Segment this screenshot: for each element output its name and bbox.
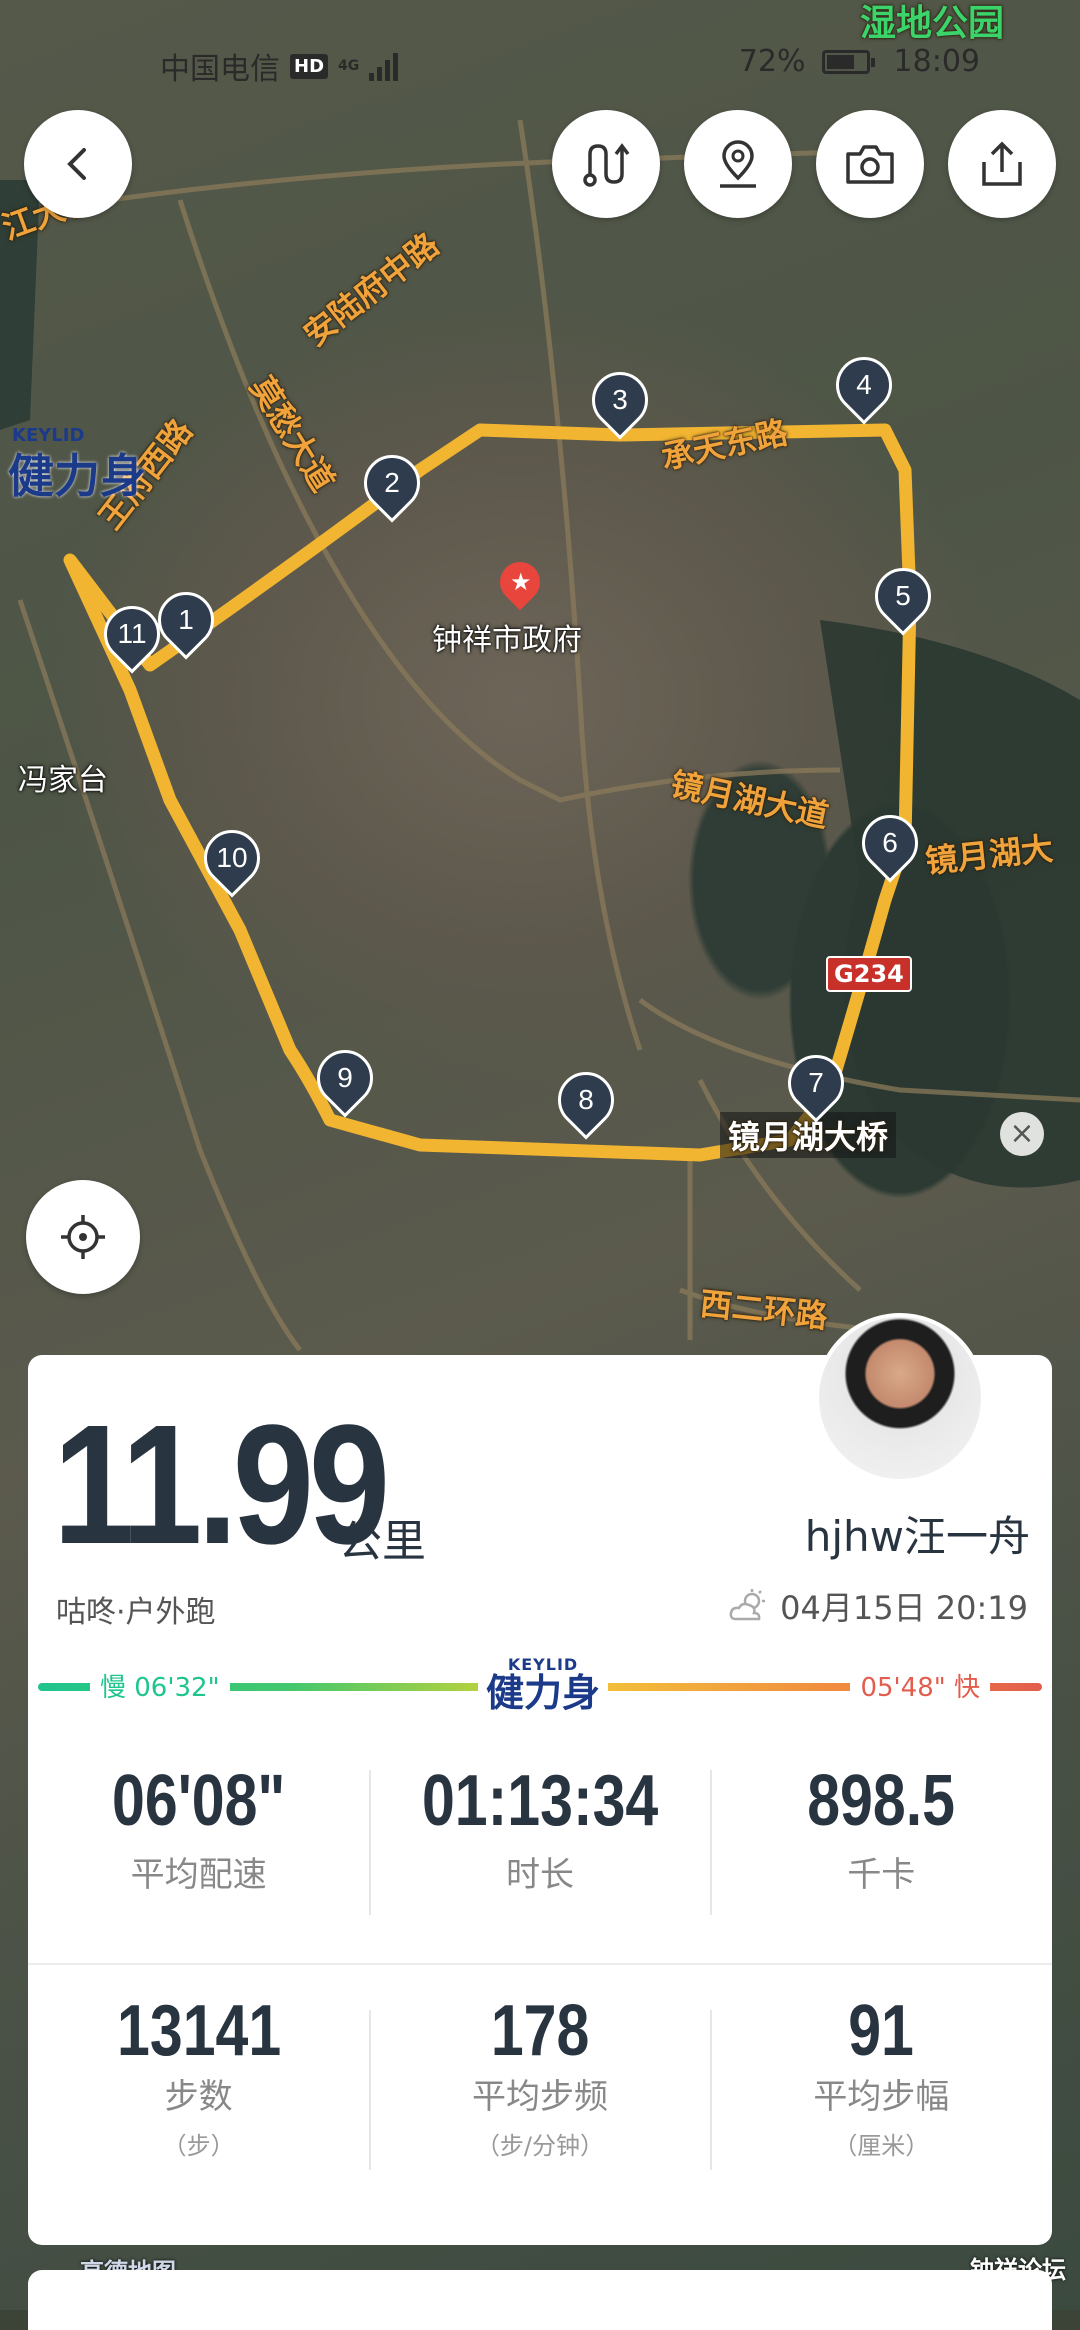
route-marker-label: 9 — [337, 1062, 353, 1093]
route-marker-label: 6 — [882, 827, 898, 858]
datetime: 04月15日 20:19 — [780, 1589, 1028, 1627]
stat-value: 06'08" — [111, 1761, 286, 1841]
road-label: 镜月湖大桥 — [720, 1112, 897, 1158]
back-button[interactable] — [24, 110, 132, 218]
activity-type: 咕咚·户外跑 — [56, 1595, 216, 1630]
stat-label: 千卡 — [847, 1855, 916, 1895]
stat-unit: （厘米） — [833, 2132, 930, 2160]
route-marker-label: 2 — [384, 467, 400, 498]
share-button[interactable] — [948, 110, 1056, 218]
camera-button[interactable] — [816, 110, 924, 218]
highway-shield: G234 — [826, 956, 912, 992]
share-icon — [982, 141, 1022, 186]
steps-stat: 13141 步数 （步） — [28, 1995, 369, 2161]
stats-row-secondary: 13141 步数 （步） 178 平均步频 （步/分钟） 91 平均步幅 （厘米… — [28, 1995, 1052, 2161]
route-button[interactable] — [552, 110, 660, 218]
partly-cloudy-icon — [729, 1589, 766, 1621]
divider — [710, 1770, 712, 1915]
route-marker-label: 8 — [578, 1084, 594, 1115]
poi-label: 钟祥市政府 — [432, 623, 582, 658]
locate-button[interactable] — [26, 1180, 140, 1294]
fast-pace-label: 05'48" 快 — [850, 1667, 990, 1704]
user-name[interactable]: hjhw汪一舟 — [805, 1503, 1030, 1564]
route-marker-label: 4 — [856, 369, 872, 400]
run-summary-card: 11.99 公里 hjhw汪一舟 咕咚·户外跑 04月15日 20:19 慢 0… — [28, 1355, 1052, 2245]
stat-label: 平均步幅 — [813, 2077, 950, 2117]
location-pin-icon — [720, 140, 756, 188]
location-pin-button[interactable] — [684, 110, 792, 218]
brand-watermark-en: KEYLID — [12, 425, 85, 446]
stat-value: 91 — [848, 1991, 915, 2071]
duration-stat: 01:13:34 时长 — [369, 1765, 710, 1896]
battery-percent: 72% — [738, 44, 806, 79]
route-marker-label: 7 — [808, 1067, 824, 1098]
stride-stat: 91 平均步幅 （厘米） — [711, 1995, 1052, 2161]
next-card — [28, 2270, 1052, 2330]
stats-row-primary: 06'08" 平均配速 01:13:34 时长 898.5 千卡 — [28, 1765, 1052, 1896]
stat-value: 13141 — [116, 1991, 281, 2071]
route-icon — [583, 143, 630, 187]
clock: 18:09 — [893, 44, 980, 79]
stat-value: 01:13:34 — [421, 1761, 659, 1841]
close-icon[interactable]: × — [1000, 1112, 1044, 1156]
carrier-label: 中国电信 — [160, 52, 280, 87]
stat-label: 平均步频 — [471, 2077, 608, 2117]
distance-unit: 公里 — [338, 1516, 426, 1567]
place-label: 冯家台 — [18, 763, 108, 798]
stat-label: 平均配速 — [130, 1855, 267, 1895]
datetime-row: 04月15日 20:19 — [728, 1583, 1028, 1629]
stat-unit: （步） — [162, 2132, 235, 2160]
divider — [369, 2010, 371, 2170]
status-bar: 中国电信 HD 4G 72% 18:09 — [0, 0, 1080, 120]
divider — [710, 2010, 712, 2170]
route-marker-label: 1 — [178, 604, 194, 635]
stat-label: 时长 — [505, 1855, 574, 1895]
hd-badge: HD — [290, 53, 329, 79]
route-marker-label: 10 — [216, 842, 248, 873]
route-marker-label: 3 — [612, 384, 628, 415]
cadence-stat: 178 平均步频 （步/分钟） — [369, 1995, 710, 2161]
stat-unit: （步/分钟） — [475, 2132, 605, 2160]
avatar[interactable] — [815, 1313, 985, 1483]
battery-icon — [821, 49, 875, 74]
brand-cn: 健力身 — [486, 1671, 601, 1715]
calories-stat: 898.5 千卡 — [711, 1765, 1052, 1896]
divider — [369, 1770, 371, 1915]
back-icon — [67, 148, 86, 180]
route-marker-label: 5 — [895, 580, 911, 611]
network-label: 4G — [338, 58, 360, 74]
divider — [28, 1963, 1052, 1965]
camera-icon — [846, 145, 894, 184]
star-icon: ★ — [510, 568, 532, 596]
stat-label: 步数 — [164, 2077, 233, 2117]
locate-icon — [61, 1215, 105, 1259]
brand-watermark: 健力身 — [8, 449, 146, 503]
distance-value: 11.99 — [53, 1390, 390, 1580]
brand-logo: KEYLID 健力身 — [478, 1655, 609, 1715]
stat-value: 898.5 — [807, 1761, 956, 1841]
route-marker-label: 11 — [117, 618, 147, 649]
slow-pace-label: 慢 06'32" — [90, 1667, 230, 1704]
stat-value: 178 — [490, 1991, 590, 2071]
signal-icon — [369, 53, 399, 81]
avg-pace-stat: 06'08" 平均配速 — [28, 1765, 369, 1896]
